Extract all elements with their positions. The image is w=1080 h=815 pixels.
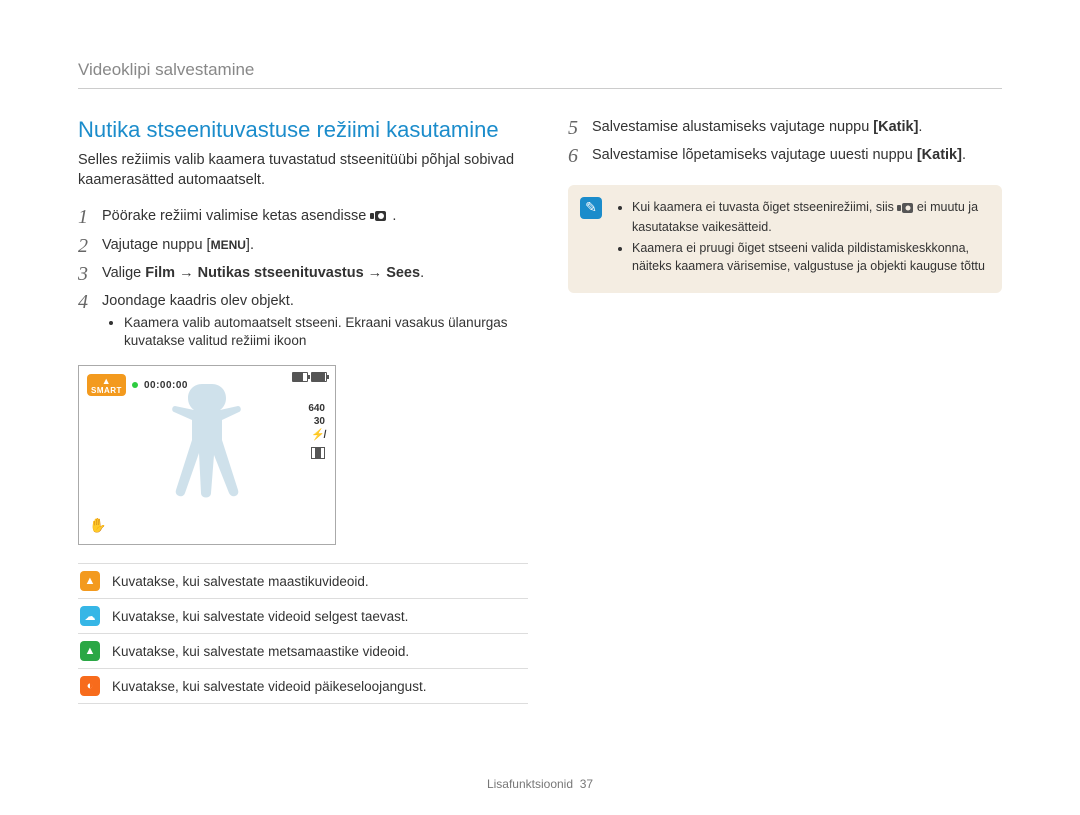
smart-mode-badge: ▲ SMART xyxy=(87,374,126,396)
table-row: ◐ Kuvatakse, kui salvestate videoid päik… xyxy=(78,669,528,704)
footer-page-number: 37 xyxy=(580,777,593,791)
record-indicator-icon xyxy=(132,382,138,388)
step-4-bullet: Kaamera valib automaatselt stseeni. Ekra… xyxy=(124,314,528,349)
memory-icon xyxy=(292,372,308,382)
mountain-icon: ▲ xyxy=(91,377,122,386)
sunset-scene-icon: ◐ xyxy=(80,676,100,696)
step-3-post: . xyxy=(420,265,424,281)
step-1-text: Pöörake režiimi valimise ketas asendisse xyxy=(102,208,370,224)
battery-icon xyxy=(311,372,327,382)
step-body: Vajutage nuppu [MENU]. xyxy=(102,235,528,257)
table-row: ▲ Kuvatakse, kui salvestate maastikuvide… xyxy=(78,564,528,599)
page-footer: Lisafunktsioonid 37 xyxy=(0,777,1080,791)
step-number: 3 xyxy=(78,263,102,285)
landscape-scene-icon: ▲ xyxy=(80,571,100,591)
metering-icon xyxy=(311,447,325,459)
step-6: 6 Salvestamise lõpetamiseks vajutage uue… xyxy=(568,145,1002,167)
step-6-post: . xyxy=(962,147,966,163)
step-5: 5 Salvestamise alustamiseks vajutage nup… xyxy=(568,117,1002,139)
step-number: 2 xyxy=(78,235,102,257)
footer-label: Lisafunktsioonid xyxy=(487,777,573,791)
note-box: ✎ Kui kaamera ei tuvasta õiget stseenire… xyxy=(568,185,1002,293)
step-3-pre: Valige xyxy=(102,265,145,281)
step-body: Salvestamise alustamiseks vajutage nuppu… xyxy=(592,117,1002,139)
step-body: Joondage kaadris olev objekt. Kaamera va… xyxy=(102,291,528,355)
step-2: 2 Vajutage nuppu [MENU]. xyxy=(78,235,528,257)
lcd-right-info: 640 30 ⚡̸ xyxy=(308,402,325,461)
smart-label: SMART xyxy=(91,386,122,395)
table-row: ☁ Kuvatakse, kui salvestate videoid selg… xyxy=(78,599,528,634)
step-number: 6 xyxy=(568,145,592,167)
step-4-sublist: Kaamera valib automaatselt stseeni. Ekra… xyxy=(102,314,528,349)
scene-mode-icon xyxy=(897,201,913,219)
lcd-fps: 30 xyxy=(308,415,325,428)
step-4-text: Joondage kaadris olev objekt. xyxy=(102,293,294,309)
lcd-top-right xyxy=(292,372,327,382)
flash-off-icon: ⚡̸ xyxy=(308,428,325,442)
step-3: 3 Valige Film → Nutikas stseenituvastus … xyxy=(78,263,528,285)
step-4: 4 Joondage kaadris olev objekt. Kaamera … xyxy=(78,291,528,355)
step-6-bold: [Katik] xyxy=(917,147,962,163)
step-body: Salvestamise lõpetamiseks vajutage uuest… xyxy=(592,145,1002,167)
lcd-resolution: 640 xyxy=(308,402,325,415)
icon-desc: Kuvatakse, kui salvestate metsamaastike … xyxy=(112,644,409,659)
subject-silhouette-icon xyxy=(157,376,267,536)
icon-desc: Kuvatakse, kui salvestate videoid päikes… xyxy=(112,679,426,694)
lcd-preview: ▲ SMART 00:00:00 640 30 ⚡̸ ✋ xyxy=(78,365,336,545)
note-item-1-a: Kui kaamera ei tuvasta õiget stseenireži… xyxy=(632,200,897,214)
icon-desc: Kuvatakse, kui salvestate maastikuvideoi… xyxy=(112,574,369,589)
step-number: 1 xyxy=(78,206,102,229)
step-2-post: ]. xyxy=(246,237,254,253)
note-list: Kui kaamera ei tuvasta õiget stseenireži… xyxy=(616,199,986,275)
page-header: Videoklipi salvestamine xyxy=(78,60,1002,89)
note-item: Kui kaamera ei tuvasta õiget stseenireži… xyxy=(632,199,986,236)
step-body: Valige Film → Nutikas stseenituvastus → … xyxy=(102,263,528,285)
step-1: 1 Pöörake režiimi valimise ketas asendis… xyxy=(78,206,528,229)
left-column: Nutika stseenituvastuse režiimi kasutami… xyxy=(78,117,528,704)
step-5-bold: [Katik] xyxy=(873,119,918,135)
right-column: 5 Salvestamise alustamiseks vajutage nup… xyxy=(568,117,1002,704)
step-2-pre: Vajutage nuppu [ xyxy=(102,237,211,253)
content-columns: Nutika stseenituvastuse režiimi kasutami… xyxy=(78,117,1002,704)
intro-text: Selles režiimis valib kaamera tuvastatud… xyxy=(78,151,528,190)
step-5-pre: Salvestamise alustamiseks vajutage nuppu xyxy=(592,119,873,135)
image-stabilizer-icon: ✋ xyxy=(89,517,106,534)
step-5-post: . xyxy=(918,119,922,135)
step-6-pre: Salvestamise lõpetamiseks vajutage uuest… xyxy=(592,147,917,163)
manual-page: Videoklipi salvestamine Nutika stseenitu… xyxy=(0,0,1080,815)
step-number: 5 xyxy=(568,117,592,139)
step-body: Pöörake režiimi valimise ketas asendisse… xyxy=(102,206,528,229)
step-3-bold: Film → Nutikas stseenituvastus → Sees xyxy=(145,265,420,281)
step-1-tail: . xyxy=(392,208,396,224)
note-icon: ✎ xyxy=(580,197,602,219)
icon-desc: Kuvatakse, kui salvestate videoid selges… xyxy=(112,609,408,624)
table-row: ▲ Kuvatakse, kui salvestate metsamaastik… xyxy=(78,634,528,669)
menu-label: MENU xyxy=(211,238,246,252)
note-item: Kaamera ei pruugi õiget stseeni valida p… xyxy=(632,240,986,275)
step-number: 4 xyxy=(78,291,102,355)
scene-icon-table: ▲ Kuvatakse, kui salvestate maastikuvide… xyxy=(78,563,528,704)
section-title: Nutika stseenituvastuse režiimi kasutami… xyxy=(78,117,528,143)
mode-dial-icon xyxy=(370,208,388,229)
sky-scene-icon: ☁ xyxy=(80,606,100,626)
forest-scene-icon: ▲ xyxy=(80,641,100,661)
